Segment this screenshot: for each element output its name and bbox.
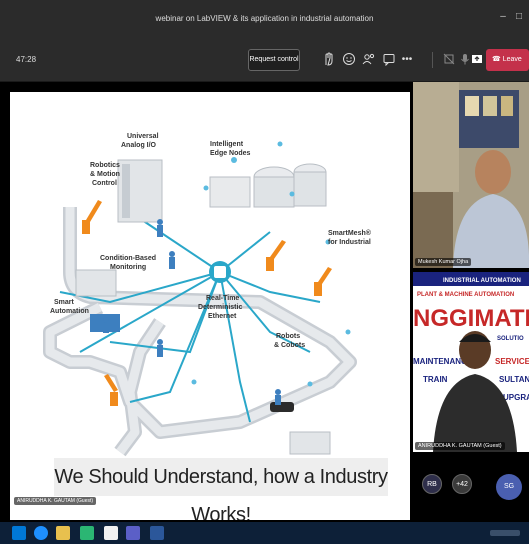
file-explorer-icon[interactable] <box>56 526 70 540</box>
title-bar: webinar on LabVIEW & its application in … <box>0 0 529 40</box>
meeting-stage: Universal Analog I/O Intelligent Edge No… <box>0 82 529 522</box>
avatar-rb[interactable]: RB <box>422 474 442 494</box>
meeting-timer: 47:28 <box>16 55 37 64</box>
shared-slide: Universal Analog I/O Intelligent Edge No… <box>10 92 410 520</box>
request-control-button[interactable]: Request control <box>248 49 300 71</box>
hub-chip-icon <box>214 266 226 278</box>
io-cabinet-panel <box>122 164 130 218</box>
chrome-icon[interactable] <box>104 526 118 540</box>
browser-icon[interactable] <box>34 526 48 540</box>
start-icon[interactable] <box>12 526 26 540</box>
teams-meeting-window: webinar on LabVIEW & its application in … <box>0 0 529 544</box>
edge-node-machine <box>209 176 251 208</box>
label-robotics: Robotics & Motion Control <box>90 162 122 187</box>
banner-line-3: NGGIMATIX <box>413 305 529 332</box>
participant-video-2: INDUSTRIAL AUTOMATION PLANT & MACHINE AU… <box>413 272 529 452</box>
more-options-icon[interactable]: ••• <box>400 52 414 68</box>
chat-icon[interactable] <box>382 52 396 68</box>
system-tray[interactable] <box>490 530 520 536</box>
banner-line-6: SERVICE <box>495 357 529 366</box>
leave-button[interactable]: ☎ Leave <box>486 49 529 71</box>
participant-video-1 <box>413 82 529 268</box>
label-universal-io: Universal Analog I/O <box>121 133 160 149</box>
participant-tile-1[interactable]: Mukesh Kumar Ojha <box>413 82 529 268</box>
windows-taskbar <box>0 522 529 544</box>
teams-icon[interactable] <box>126 526 140 540</box>
app-icon-green[interactable] <box>80 526 94 540</box>
banner-line-8: SULTANC <box>499 375 529 384</box>
label-condition-monitoring: Condition-Based Monitoring <box>100 255 158 271</box>
banner-line-4: SOLUTIO <box>497 336 524 342</box>
raise-hand-icon[interactable] <box>322 52 336 68</box>
window-title: webinar on LabVIEW & its application in … <box>155 14 374 23</box>
meeting-toolbar: 47:28 Request control ••• ☎ Leave <box>0 40 529 82</box>
banner-line-2: PLANT & MACHINE AUTOMATION <box>417 292 514 298</box>
avatar-more-participants[interactable]: +42 <box>452 474 472 494</box>
tank-body-2 <box>293 171 327 207</box>
participant-name-1: Mukesh Kumar Ojha <box>415 258 472 266</box>
banner-line-9: UPGRA <box>503 393 529 402</box>
cobot-station <box>289 431 331 455</box>
people-icon[interactable] <box>362 52 376 68</box>
participant-tile-2[interactable]: INDUSTRIAL AUTOMATION PLANT & MACHINE AU… <box>413 272 529 452</box>
toolbar-divider <box>432 52 433 68</box>
banner-line-1: INDUSTRIAL AUTOMATION <box>443 278 521 284</box>
presenter-label: ANIRUDDHA K. GAUTAM (Guest) <box>14 497 97 505</box>
banner-line-7: TRAIN <box>423 375 448 384</box>
slide-caption: We Should Understand, how a Industry Wor… <box>54 458 388 520</box>
camera-off-icon[interactable] <box>442 52 456 68</box>
avatar-sg[interactable]: SG <box>496 474 522 500</box>
minimize-button[interactable]: – <box>496 10 510 24</box>
maximize-button[interactable]: □ <box>512 10 526 24</box>
monitoring-machine <box>75 269 117 297</box>
mobile-robot <box>270 402 294 412</box>
banner-line-5: MAINTENANC <box>413 357 467 366</box>
share-tray-icon[interactable] <box>470 52 484 68</box>
phone-icon: ☎ <box>492 56 501 63</box>
label-edge-nodes: Intelligent Edge Nodes <box>210 141 251 157</box>
label-smartmesh: SmartMesh® for Industrial <box>328 229 373 246</box>
industry-diagram: Universal Analog I/O Intelligent Edge No… <box>43 133 373 457</box>
participant-name-2: ANIRUDDHA K. GAUTAM (Guest) <box>415 442 505 450</box>
tank-body <box>253 176 295 208</box>
word-icon[interactable] <box>150 526 164 540</box>
reactions-icon[interactable] <box>342 52 356 68</box>
leave-label: Leave <box>502 56 522 63</box>
